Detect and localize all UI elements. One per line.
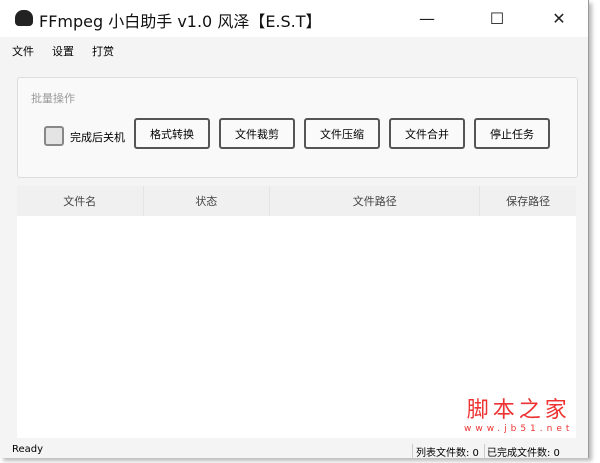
minimize-button[interactable]: — — [404, 0, 450, 37]
column-filepath[interactable]: 文件路径 — [270, 186, 481, 216]
batch-group: 批量操作 完成后关机 格式转换 文件裁剪 文件压缩 文件合并 停止任务 — [17, 77, 578, 178]
app-logo-icon — [15, 10, 33, 26]
table-header: 文件名 状态 文件路径 保存路径 — [17, 186, 576, 216]
stop-task-button[interactable]: 停止任务 — [474, 118, 550, 149]
maximize-button[interactable]: ☐ — [474, 0, 520, 37]
done-count: 已完成文件数: 0 — [484, 444, 560, 459]
menu-donate[interactable]: 打赏 — [80, 40, 120, 60]
file-compress-button[interactable]: 文件压缩 — [304, 118, 380, 149]
list-count: 列表文件数: 0 — [412, 444, 479, 459]
watermark-logo: 脚本之家 www.jb51.net — [464, 392, 573, 434]
shutdown-label: 完成后关机 — [70, 131, 125, 144]
column-savepath[interactable]: 保存路径 — [480, 186, 576, 216]
menu-settings[interactable]: 设置 — [40, 40, 80, 60]
file-trim-button[interactable]: 文件裁剪 — [219, 118, 295, 149]
title-bar: FFmpeg 小白助手 v1.0 风泽【E.S.T】 — ☐ ✕ — [0, 0, 588, 37]
batch-group-label: 批量操作 — [31, 92, 75, 105]
status-text: Ready — [12, 444, 44, 455]
column-status[interactable]: 状态 — [144, 186, 271, 216]
app-window: FFmpeg 小白助手 v1.0 风泽【E.S.T】 — ☐ ✕ 文件 设置 打… — [0, 0, 589, 459]
watermark-url: www.jb51.net — [464, 424, 574, 434]
watermark-name: 脚本之家 — [466, 398, 571, 423]
format-convert-button[interactable]: 格式转换 — [134, 118, 210, 149]
menu-file[interactable]: 文件 — [0, 40, 40, 60]
column-filename[interactable]: 文件名 — [17, 186, 144, 216]
menu-bar: 文件 设置 打赏 — [0, 40, 120, 60]
window-title: FFmpeg 小白助手 v1.0 风泽【E.S.T】 — [39, 12, 322, 31]
file-merge-button[interactable]: 文件合并 — [389, 118, 465, 149]
close-button[interactable]: ✕ — [536, 0, 582, 37]
status-bar: Ready 列表文件数: 0 已完成文件数: 0 — [0, 440, 588, 459]
shutdown-checkbox[interactable] — [44, 126, 64, 146]
